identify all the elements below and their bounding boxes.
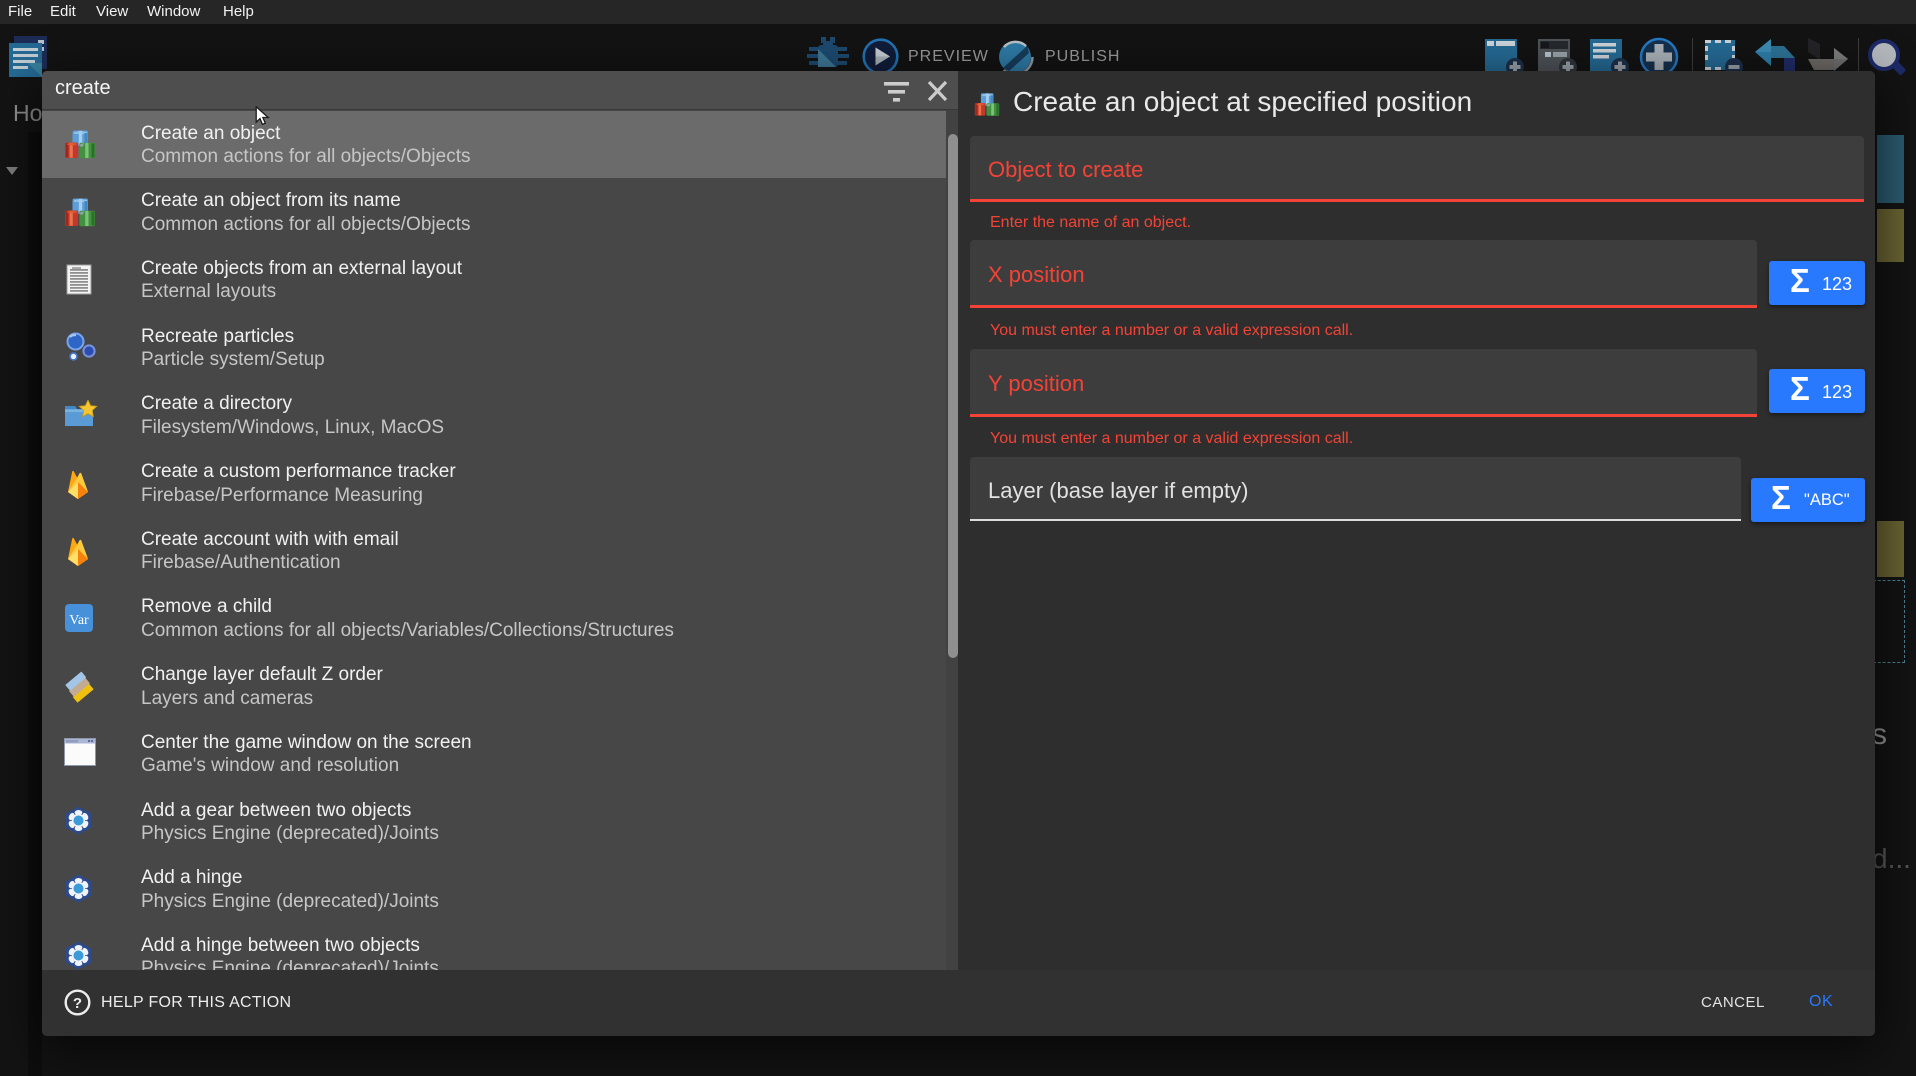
svg-text:?: ? xyxy=(73,995,82,1012)
svg-text:Var: Var xyxy=(69,613,89,628)
